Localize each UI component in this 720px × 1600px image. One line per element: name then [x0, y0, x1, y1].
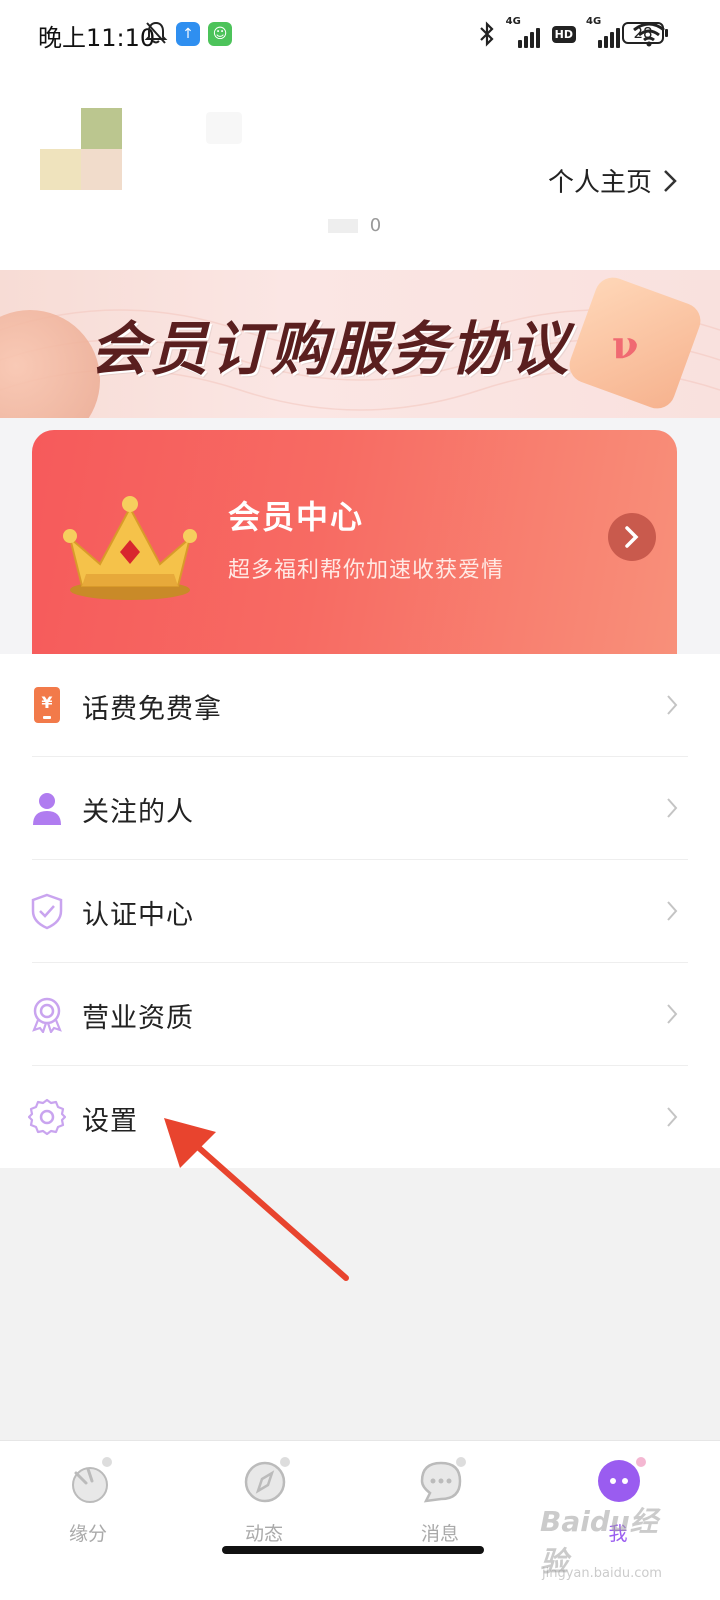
chevron-right-icon	[667, 695, 678, 715]
vip-center-subtitle: 超多福利帮你加速收获爱情	[228, 558, 505, 583]
cell-signal-1-icon: 4G	[504, 16, 544, 48]
phone-bill-icon: ¥	[34, 687, 60, 723]
chevron-right-icon	[667, 1004, 678, 1024]
battery-icon: 28	[622, 22, 664, 44]
vip-arrow-button[interactable]	[608, 513, 656, 561]
menu-item-phone-bill[interactable]: ¥ 话费免费拿	[0, 654, 720, 757]
battery-tip	[665, 29, 668, 37]
upload-app-icon: ↑	[176, 22, 200, 46]
vip-center-title: 会员中心	[228, 498, 365, 536]
crown-icon	[63, 496, 197, 600]
nav-dot	[636, 1457, 646, 1467]
bluetooth-icon	[479, 21, 494, 47]
banner-title: 会员订购服务协议	[90, 315, 571, 383]
bell-muted-icon	[144, 21, 168, 44]
hd-voice-badge: HD	[551, 25, 576, 43]
signal-type-label: 4G	[586, 16, 602, 27]
fans-count-value: 0	[369, 215, 382, 236]
cell-signal-2-icon: 4G	[584, 16, 624, 48]
personal-home-link[interactable]: 个人主页	[548, 162, 678, 199]
fans-label-redacted	[328, 219, 358, 233]
menu-list: ¥ 话费免费拿 关注的人 认证中心 营业资质 设置	[0, 654, 720, 1168]
menu-item-verification[interactable]: 认证中心	[0, 860, 720, 963]
vip-center-card[interactable]: 会员中心 超多福利帮你加速收获爱情	[32, 430, 677, 660]
menu-item-business-license[interactable]: 营业资质	[0, 963, 720, 1066]
nav-tab-fate[interactable]: 缘分	[38, 1455, 138, 1545]
menu-item-label: 话费免费拿	[82, 694, 222, 725]
nav-label: 动态	[244, 1523, 283, 1545]
home-indicator[interactable]	[222, 1546, 484, 1554]
personal-home-label: 个人主页	[547, 168, 652, 198]
signal-type-label: 4G	[505, 16, 521, 27]
person-icon	[33, 793, 61, 825]
badge-icon	[32, 997, 62, 1033]
heart-logo-icon: ν	[612, 322, 639, 367]
menu-item-following[interactable]: 关注的人	[0, 757, 720, 860]
status-bar: 晚上11:10 ↑ ☺ 4G HD 4G 28	[0, 0, 720, 70]
menu-item-label: 关注的人	[82, 797, 194, 828]
chevron-right-icon	[667, 798, 678, 818]
chevron-right-icon	[667, 1107, 678, 1127]
chevron-right-icon	[625, 526, 639, 548]
profile-bubble-icon	[598, 1460, 640, 1502]
chevron-right-icon	[667, 901, 678, 921]
fans-count: 0	[328, 215, 381, 236]
nav-dot	[456, 1457, 466, 1467]
android-app-icon: ☺	[208, 22, 232, 46]
status-time: 晚上11:10	[38, 24, 156, 52]
membership-agreement-banner[interactable]: ν 会员订购服务协议	[0, 270, 720, 418]
menu-item-label: 认证中心	[82, 900, 194, 931]
username-redacted	[206, 112, 242, 144]
nav-label: 消息	[420, 1523, 459, 1545]
menu-item-settings[interactable]: 设置	[0, 1066, 720, 1169]
svg-text:¥: ¥	[41, 693, 52, 712]
gear-icon	[28, 1098, 66, 1136]
chevron-right-icon	[664, 169, 677, 192]
avatar[interactable]	[40, 108, 122, 190]
baidu-watermark: Baidu经验	[540, 1505, 658, 1578]
nav-dot	[102, 1457, 112, 1467]
menu-item-label: 营业资质	[82, 1003, 194, 1034]
profile-header: 个人主页 0	[0, 70, 720, 270]
nav-dot	[280, 1457, 290, 1467]
nav-label: 缘分	[68, 1523, 107, 1545]
shield-check-icon	[31, 893, 63, 930]
menu-item-label: 设置	[82, 1106, 138, 1137]
nav-tab-messages[interactable]: 消息	[390, 1455, 490, 1545]
nav-tab-moments[interactable]: 动态	[214, 1455, 314, 1545]
baidu-watermark-url: jingyan.baidu.com	[542, 1566, 662, 1581]
